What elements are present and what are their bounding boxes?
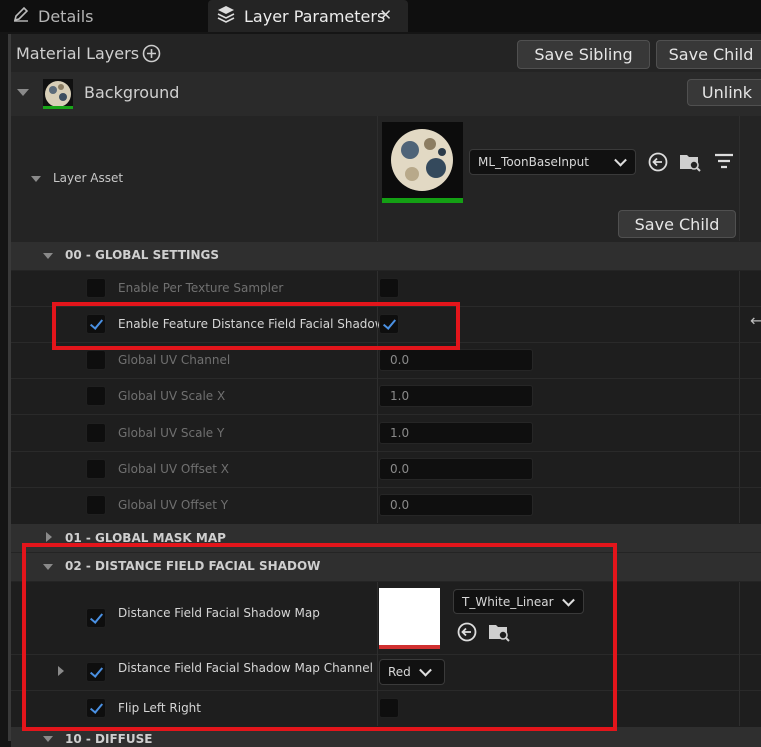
layer-asset-label: Layer Asset <box>53 171 124 185</box>
value-field[interactable]: 0.0 <box>379 458 533 480</box>
close-icon[interactable]: ✕ <box>379 6 392 24</box>
param-label: Global UV Channel <box>118 353 231 367</box>
reset-arrow-icon[interactable]: ← <box>750 311 761 330</box>
browse-folder-icon[interactable] <box>678 151 702 177</box>
value-checkbox[interactable] <box>379 278 399 298</box>
layer-asset-select[interactable]: ML_ToonBaseInput <box>469 149 636 175</box>
override-checkbox[interactable] <box>86 386 106 406</box>
column-divider <box>377 271 378 523</box>
override-checkbox[interactable] <box>86 314 106 334</box>
value-field[interactable]: 1.0 <box>379 385 533 407</box>
section-title: 01 - GLOBAL MASK MAP <box>65 531 226 545</box>
override-checkbox[interactable] <box>86 608 106 628</box>
texture-value: T_White_Linear <box>462 594 554 609</box>
collapse-arrow-icon[interactable] <box>43 564 53 570</box>
layer-thumbnail <box>43 79 73 109</box>
param-label: Enable Per Texture Sampler <box>118 281 284 295</box>
tab-layer-parameters-label: Layer Parameters <box>244 6 386 26</box>
material-layers-title: Material Layers <box>16 44 140 63</box>
tab-details-label: Details <box>38 6 94 26</box>
param-label: Distance Field Facial Shadow Map <box>118 606 320 620</box>
browse-folder-icon[interactable] <box>487 621 511 647</box>
use-selected-icon[interactable] <box>456 621 478 647</box>
override-checkbox[interactable] <box>86 350 106 370</box>
section-title: 10 - DIFFUSE <box>65 732 153 746</box>
expand-arrow-icon[interactable] <box>46 532 52 542</box>
channel-select[interactable]: Red <box>379 659 445 685</box>
override-checkbox[interactable] <box>86 278 106 298</box>
layer-save-child-button[interactable]: Save Child <box>618 210 736 238</box>
value-field[interactable]: 1.0 <box>379 422 533 444</box>
override-checkbox[interactable] <box>86 459 106 479</box>
override-checkbox[interactable] <box>86 662 106 682</box>
override-checkbox[interactable] <box>86 495 106 515</box>
chevron-down-icon <box>562 593 575 607</box>
expand-arrow-icon[interactable] <box>31 176 41 182</box>
column-divider <box>377 582 378 726</box>
collapse-arrow-icon[interactable] <box>43 736 53 742</box>
chevron-down-icon <box>419 663 432 677</box>
filter-icon[interactable] <box>714 152 734 174</box>
plus-circle-icon[interactable] <box>142 44 161 67</box>
column-divider <box>739 582 740 726</box>
param-label: Distance Field Facial Shadow Map Channel <box>118 661 373 675</box>
texture-select[interactable]: T_White_Linear <box>453 589 584 614</box>
pencil-icon <box>12 5 30 27</box>
chevron-down-icon <box>614 153 627 167</box>
param-label: Global UV Scale X <box>118 389 226 403</box>
param-label: Global UV Offset Y <box>118 498 229 512</box>
value-field[interactable]: 0.0 <box>379 349 533 371</box>
tab-layer-parameters[interactable]: Layer Parameters ✕ <box>208 0 408 32</box>
layers-icon <box>216 4 236 28</box>
param-label: Enable Feature Distance Field Facial Sha… <box>118 317 385 331</box>
section-title: 00 - GLOBAL SETTINGS <box>65 248 220 262</box>
layer-asset-thumbnail[interactable] <box>382 122 463 203</box>
param-label: Global UV Offset X <box>118 462 229 476</box>
column-divider <box>377 116 378 241</box>
column-divider <box>739 116 740 241</box>
layer-asset-value: ML_ToonBaseInput <box>478 155 589 169</box>
override-checkbox[interactable] <box>86 423 106 443</box>
value-field[interactable]: 0.0 <box>379 494 533 516</box>
tab-details[interactable]: Details <box>0 0 205 32</box>
save-child-button[interactable]: Save Child <box>656 40 761 69</box>
save-sibling-button[interactable]: Save Sibling <box>517 40 650 69</box>
layer-name: Background <box>84 83 180 102</box>
section-title: 02 - DISTANCE FIELD FACIAL SHADOW <box>65 559 321 573</box>
override-checkbox[interactable] <box>86 698 106 718</box>
param-label: Flip Left Right <box>118 701 201 715</box>
expand-arrow-icon[interactable] <box>58 666 64 676</box>
value-checkbox[interactable] <box>379 314 399 334</box>
collapse-arrow-icon[interactable] <box>43 253 53 259</box>
unlink-button[interactable]: Unlink <box>687 79 761 106</box>
collapse-arrow-icon[interactable] <box>17 89 29 96</box>
column-divider <box>739 271 740 523</box>
use-selected-icon[interactable] <box>647 151 669 177</box>
channel-value: Red <box>388 665 411 679</box>
value-checkbox[interactable] <box>379 698 399 718</box>
param-label: Global UV Scale Y <box>118 426 225 440</box>
texture-thumbnail[interactable] <box>379 588 440 649</box>
